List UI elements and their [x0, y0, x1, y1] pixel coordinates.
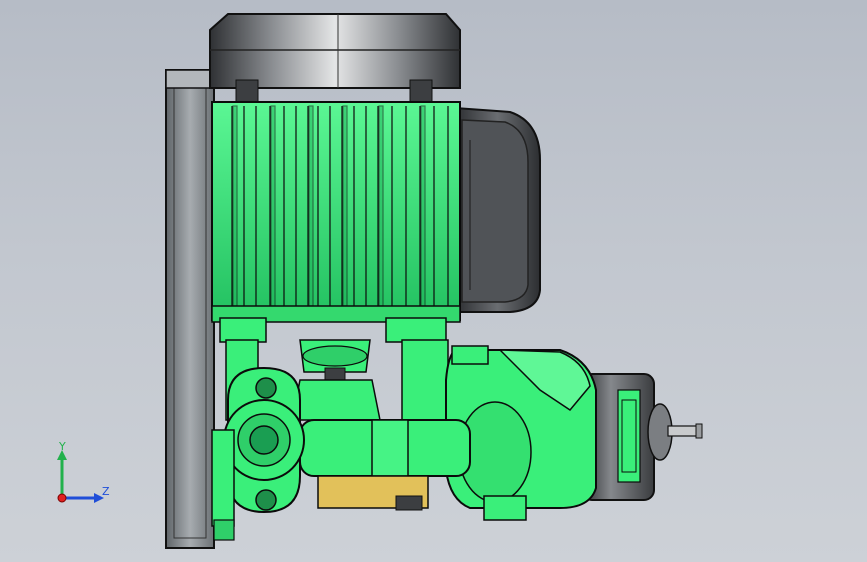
- motor-fin-shade: [342, 105, 348, 307]
- triad-axes: [57, 450, 104, 503]
- orientation-triad[interactable]: Y Z: [40, 440, 130, 520]
- mounting-plate[interactable]: [165, 69, 215, 549]
- z-axis-label: Z: [102, 485, 110, 498]
- motor-cap[interactable]: [209, 13, 461, 103]
- motor-fin-shade: [270, 105, 276, 307]
- pump-assembly-model[interactable]: [0, 0, 867, 562]
- motor-fin-shade: [232, 105, 238, 307]
- y-axis-label: Y: [59, 440, 66, 453]
- motor-fin-shade: [378, 105, 384, 307]
- suction-pipe[interactable]: [299, 419, 471, 511]
- cad-viewport[interactable]: Y Z: [0, 0, 867, 562]
- motor-fin-shade: [308, 105, 314, 307]
- x-axis-origin: [57, 493, 67, 503]
- terminal-box[interactable]: [454, 106, 541, 313]
- shaft-end[interactable]: [667, 423, 703, 439]
- motor-fin-shade: [420, 105, 426, 307]
- motor-body[interactable]: [211, 101, 461, 323]
